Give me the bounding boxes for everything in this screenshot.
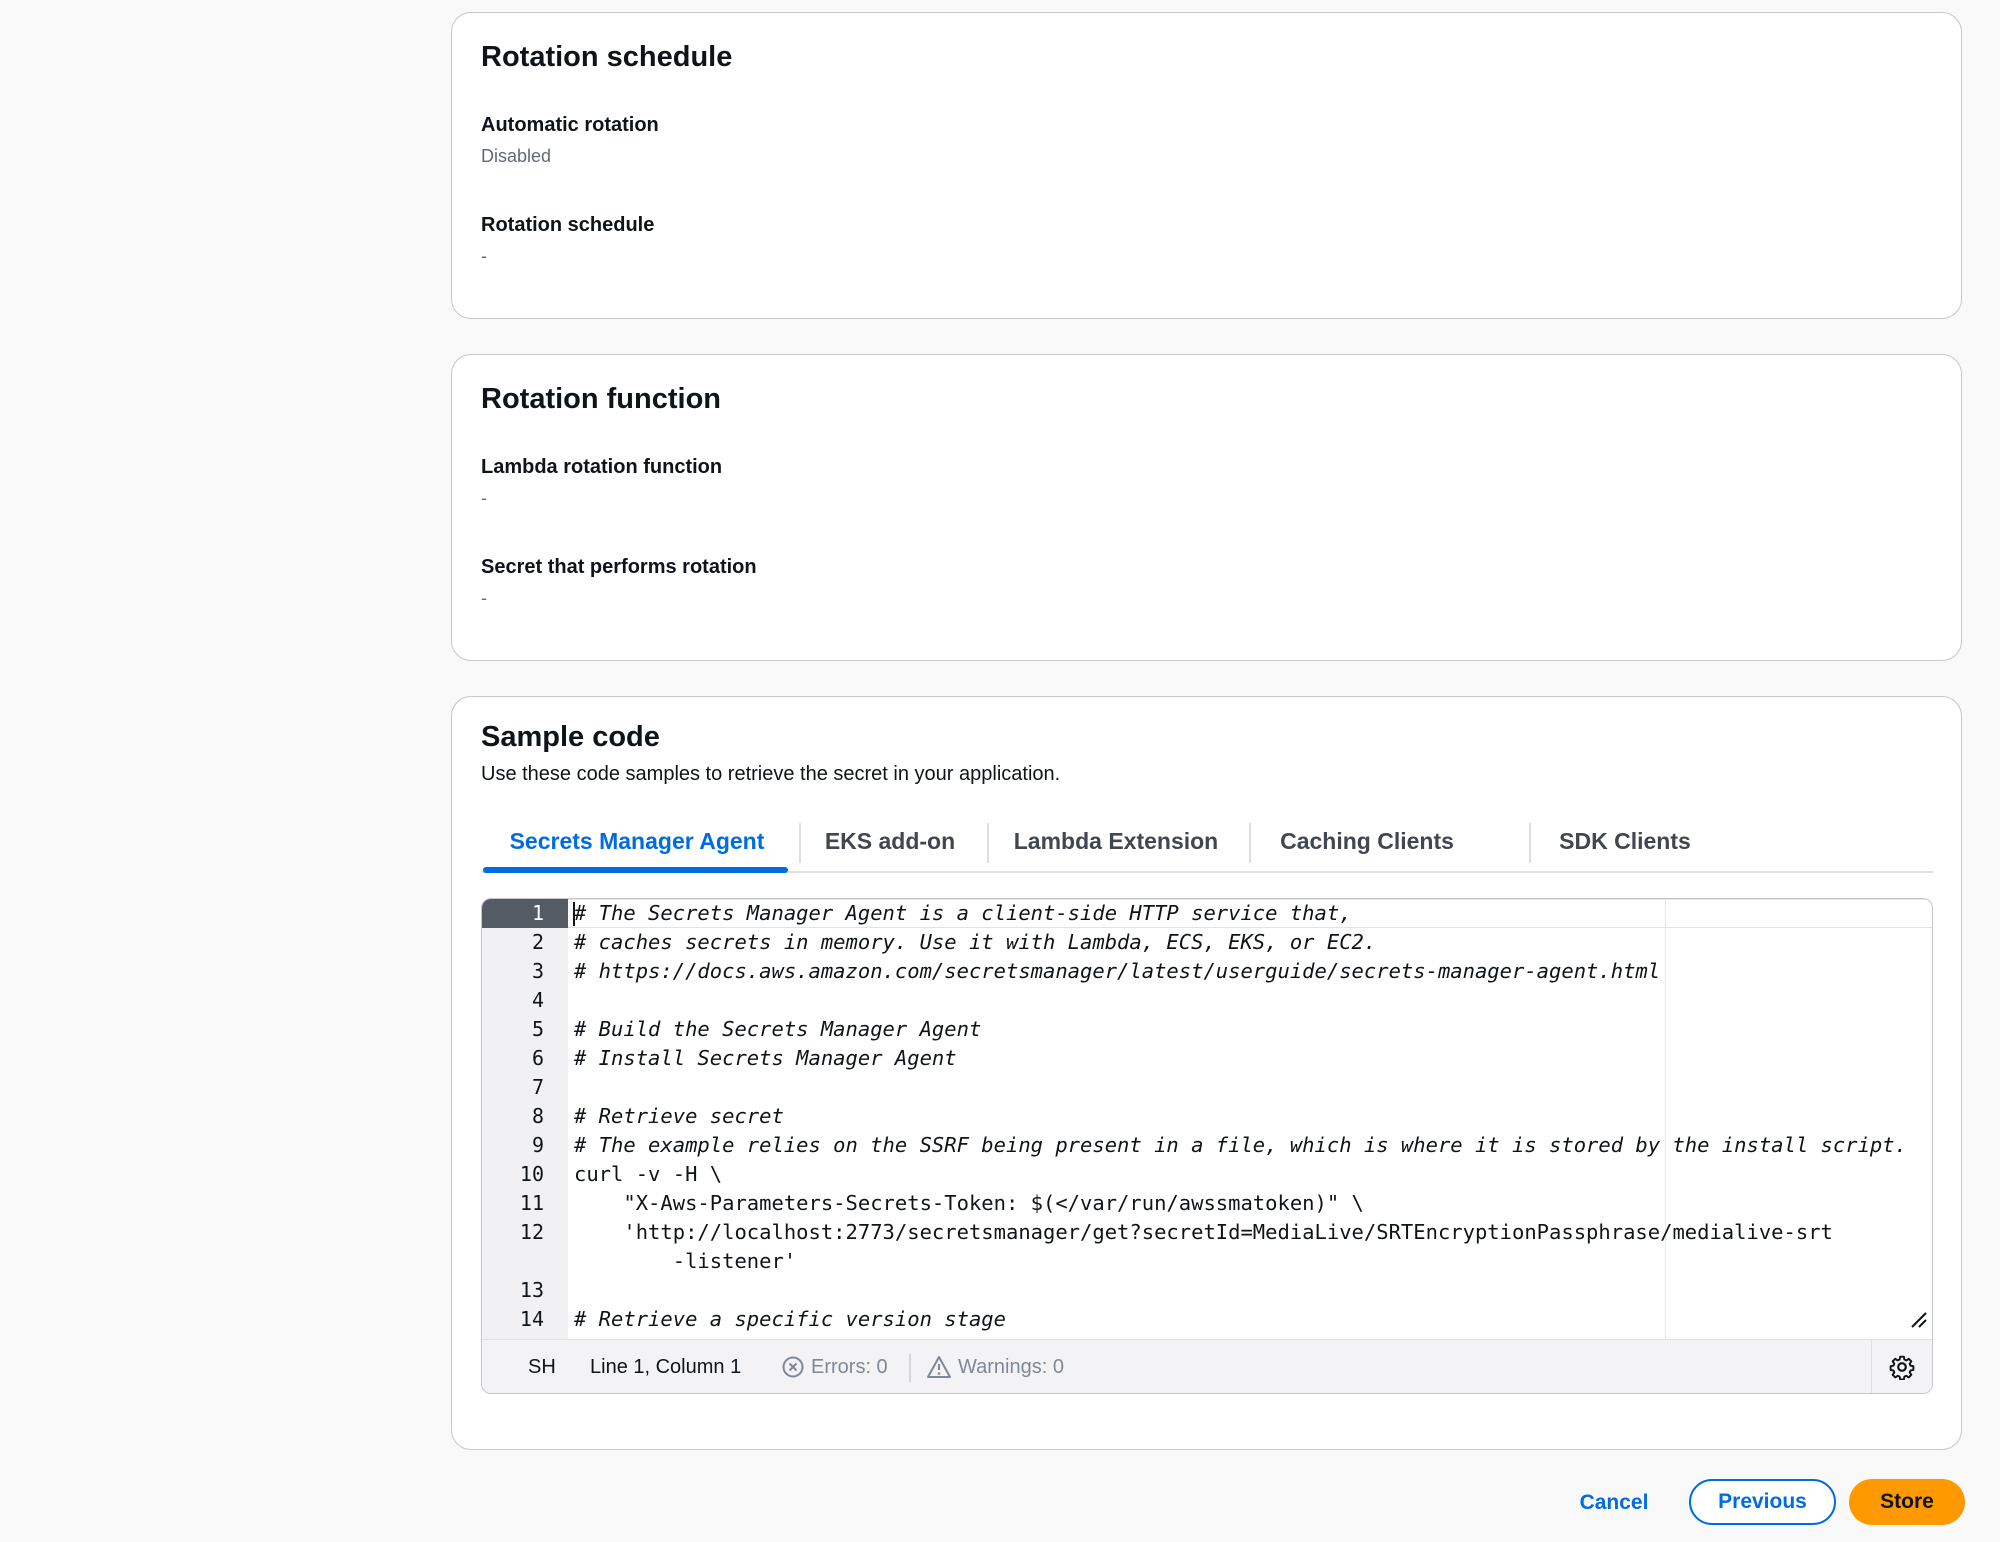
code-line: # The example relies on the SSRF being p… — [574, 1133, 1907, 1157]
editor-status-bar: SH Line 1, Column 1 Errors: 0 Warnings: … — [482, 1339, 1932, 1393]
line-number: 3 — [531, 959, 544, 983]
line-number: 4 — [531, 988, 544, 1012]
line-number-gutter: 1 2 3 4 5 6 7 8 9 10 11 12 13 14 — [482, 899, 568, 1339]
rotation-schedule-value: - — [481, 246, 487, 266]
code-line: "X-Aws-Parameters-Secrets-Token: $(</var… — [574, 1191, 1364, 1215]
code-tabs: Secrets Manager Agent EKS add-on Lambda … — [481, 813, 1933, 873]
warnings-indicator[interactable]: Warnings: 0 — [926, 1340, 1064, 1393]
line-number: 5 — [531, 1017, 544, 1041]
warning-icon — [927, 1356, 951, 1378]
tab-secrets-manager-agent[interactable]: Secrets Manager Agent — [483, 813, 791, 869]
error-icon — [782, 1356, 804, 1378]
previous-button[interactable]: Previous — [1689, 1479, 1836, 1525]
code-line: # The Secrets Manager Agent is a client-… — [574, 901, 1352, 925]
rotation-schedule-label: Rotation schedule — [481, 214, 655, 236]
sample-code-title: Sample code — [481, 721, 660, 753]
line-number: 1 — [482, 899, 568, 928]
line-number: 13 — [519, 1278, 544, 1302]
tab-eks-add-on[interactable]: EKS add-on — [801, 813, 979, 869]
tab-caching-clients[interactable]: Caching Clients — [1251, 813, 1483, 869]
tab-sdk-clients[interactable]: SDK Clients — [1529, 813, 1721, 869]
rotation-function-card: Rotation function Lambda rotation functi… — [451, 354, 1962, 661]
rotation-schedule-title: Rotation schedule — [481, 41, 733, 73]
code-line: # Retrieve a specific version stage — [574, 1307, 1006, 1331]
code-line: # Build the Secrets Manager Agent — [574, 1017, 982, 1041]
line-number: 6 — [531, 1046, 544, 1070]
gear-icon — [1889, 1355, 1915, 1380]
code-line: # https://docs.aws.amazon.com/secretsman… — [574, 959, 1661, 983]
code-line: # caches secrets in memory. Use it with … — [574, 930, 1377, 954]
sample-code-description: Use these code samples to retrieve the s… — [481, 763, 1061, 785]
code-content[interactable]: # The Secrets Manager Agent is a client-… — [568, 899, 1932, 1339]
code-line: # Install Secrets Manager Agent — [574, 1046, 957, 1070]
line-number: 8 — [531, 1104, 544, 1128]
secret-performs-rotation-label: Secret that performs rotation — [481, 556, 757, 578]
automatic-rotation-value: Disabled — [481, 146, 552, 166]
active-tab-indicator — [483, 867, 788, 873]
store-button[interactable]: Store — [1849, 1479, 1965, 1525]
code-line: 'http://localhost:2773/secretsmanager/ge… — [574, 1220, 1833, 1244]
print-margin — [1665, 899, 1666, 1339]
language-indicator: SH — [528, 1355, 556, 1378]
lambda-rotation-function-label: Lambda rotation function — [481, 456, 723, 478]
errors-indicator[interactable]: Errors: 0 — [781, 1340, 888, 1393]
line-number: 11 — [519, 1191, 544, 1215]
code-line: # Retrieve secret — [574, 1104, 784, 1128]
sample-code-card: Sample code Use these code samples to re… — [451, 696, 1962, 1450]
status-divider — [909, 1354, 911, 1382]
resize-handle-icon[interactable] — [1908, 1309, 1928, 1329]
cursor-position: Line 1, Column 1 — [590, 1355, 742, 1378]
rotation-function-title: Rotation function — [481, 383, 722, 415]
editor-settings-button[interactable] — [1871, 1340, 1932, 1393]
line-number: 10 — [519, 1162, 544, 1186]
rotation-schedule-card: Rotation schedule Automatic rotation Dis… — [451, 12, 1962, 319]
warnings-label: Warnings: 0 — [958, 1355, 1064, 1378]
automatic-rotation-label: Automatic rotation — [481, 114, 659, 136]
secret-performs-rotation-value: - — [481, 588, 487, 608]
code-line: curl -v -H \ — [574, 1162, 723, 1186]
line-number: 9 — [531, 1133, 544, 1157]
code-editor[interactable]: 1 2 3 4 5 6 7 8 9 10 11 12 13 14 # The S… — [481, 898, 1933, 1394]
code-line-wrapped: -listener' — [574, 1249, 797, 1273]
line-number: 7 — [531, 1075, 544, 1099]
tab-lambda-extension[interactable]: Lambda Extension — [989, 813, 1243, 869]
line-number: 2 — [531, 930, 544, 954]
lambda-rotation-function-value: - — [481, 488, 487, 508]
cancel-button[interactable]: Cancel — [1570, 1480, 1658, 1526]
errors-label: Errors: 0 — [811, 1355, 888, 1378]
line-number: 14 — [519, 1307, 544, 1331]
line-number: 12 — [519, 1220, 544, 1244]
